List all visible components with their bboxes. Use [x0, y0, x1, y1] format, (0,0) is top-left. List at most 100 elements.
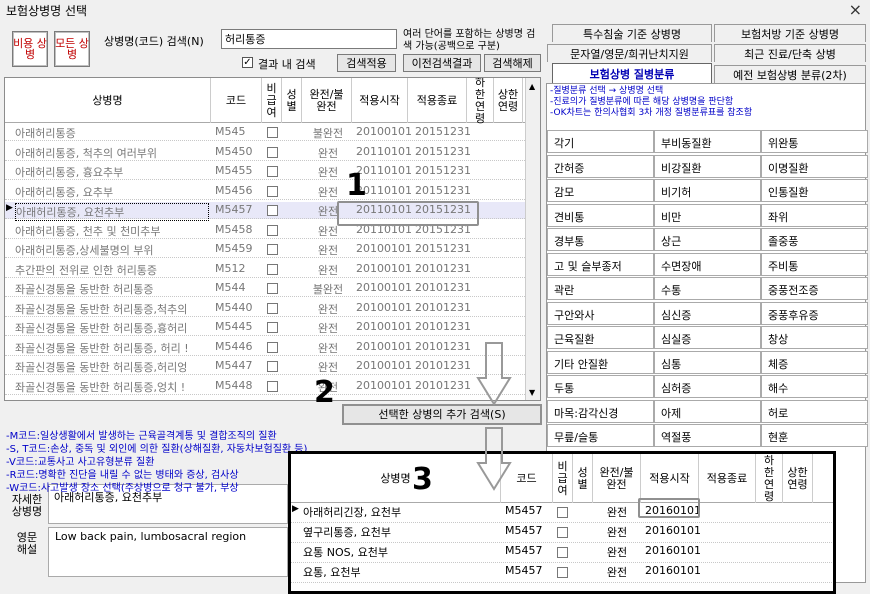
close-icon[interactable]: ×	[849, 0, 862, 19]
row-nonreimb-checkbox[interactable]	[267, 283, 278, 294]
category-button[interactable]: 상근	[654, 228, 761, 251]
category-button[interactable]: 간허증	[547, 154, 654, 178]
search-input[interactable]	[221, 29, 397, 49]
table-row[interactable]: 아래허리통증,상세불명의 부위 M5459 완전 20100101 20151231	[5, 241, 525, 258]
category-button[interactable]: 심실증	[654, 326, 761, 349]
row-nonreimb-checkbox[interactable]	[267, 244, 278, 255]
row-nonreimb-checkbox[interactable]	[267, 205, 278, 216]
category-button[interactable]: 수면장애	[654, 252, 761, 276]
category-button[interactable]: 부비동질환	[654, 130, 761, 153]
add-search-button[interactable]: 선택한 상병의 추가 검색(S)	[342, 404, 542, 425]
row-nonreimb-checkbox[interactable]	[267, 341, 278, 353]
row-nonreimb-checkbox[interactable]	[267, 322, 278, 333]
popup-row[interactable]: ▶ 아래허리긴장, 요천부 M5457 완전 20160101	[291, 503, 833, 523]
tab-notes: -질병분류 선택 → 상병명 선택 -진료의가 질병분류에 따른 해당 상병명을…	[550, 86, 752, 119]
popup-nonreimb-checkbox[interactable]	[557, 547, 568, 558]
category-button[interactable]: 무릎/슬통	[547, 424, 654, 447]
row-nonreimb-checkbox[interactable]	[267, 224, 278, 236]
category-button[interactable]: 위완통	[761, 130, 868, 153]
category-button[interactable]: 기타 안질환	[547, 350, 654, 374]
category-button[interactable]: 좌위	[761, 203, 868, 227]
row-nonreimb-checkbox[interactable]	[267, 185, 278, 197]
down-arrow-icon	[476, 427, 512, 491]
table-row[interactable]: 아래허리통증 M545 불완전 20100101 20151231	[5, 124, 525, 141]
table-row[interactable]: 아래허리통증, 흉요추부 M5455 완전 20110101 20151231	[5, 163, 525, 180]
category-button[interactable]: 구안와사	[547, 301, 654, 325]
col-name: 상병명	[5, 78, 211, 123]
popup-row[interactable]: 요통, 요천부 M5457 완전 20160101	[291, 563, 833, 583]
table-row[interactable]: 좌골신경통을 동반한 허리통증,허리엉 M5447 완전 20100101 201012…	[5, 358, 525, 375]
all-disease-button[interactable]: 모든 상병	[54, 31, 90, 67]
category-button[interactable]: 비강질환	[654, 154, 761, 178]
row-nonreimb-checkbox[interactable]	[267, 263, 278, 275]
row-nonreimb-checkbox[interactable]	[267, 166, 278, 177]
category-button[interactable]: 비기허	[654, 179, 761, 202]
tab-special-acupuncture[interactable]: 특수침술 기준 상병명	[552, 24, 712, 42]
row-nonreimb-checkbox[interactable]	[267, 380, 278, 392]
row-nonreimb-checkbox[interactable]	[267, 302, 278, 314]
popup-nonreimb-checkbox[interactable]	[557, 567, 568, 578]
tab-disease-class[interactable]: 보험상병 질병분류	[552, 63, 712, 83]
category-button[interactable]: 각기	[547, 130, 654, 153]
search-apply-button[interactable]: 검색적용	[337, 54, 396, 72]
category-button[interactable]: 아제	[654, 399, 761, 423]
row-name: 아래허리통증,상세불명의 부위	[15, 244, 154, 257]
category-button[interactable]: 경부통	[547, 228, 654, 251]
popup-row-name: 요통 NOS, 요천부	[303, 546, 388, 559]
popup-nonreimb-checkbox[interactable]	[557, 507, 568, 518]
category-button[interactable]: 심허증	[654, 375, 761, 398]
tab-old-class[interactable]: 예전 보험상병 분류(2차)	[714, 65, 866, 83]
table-scrollbar[interactable]: ▲ ▼	[525, 78, 540, 400]
prev-results-button[interactable]: 이전검색결과	[403, 54, 481, 72]
category-button[interactable]: 허로	[761, 399, 868, 423]
row-nonreimb-checkbox[interactable]	[267, 127, 278, 138]
search-clear-button[interactable]: 검색해제	[484, 54, 541, 72]
category-button[interactable]: 체증	[761, 350, 868, 374]
category-button[interactable]: 곽란	[547, 277, 654, 300]
category-button[interactable]: 수통	[654, 277, 761, 300]
col-start: 적용시작	[352, 78, 408, 123]
category-button[interactable]: 중풍전조증	[761, 277, 868, 300]
table-row[interactable]: 좌골신경통을 동반한 허리통증, 허리 ! M5446 완전 20100101 2010…	[5, 339, 525, 356]
table-row[interactable]: 아래허리통증, 척추의 여러부위 M5450 완전 20110101 20151231	[5, 144, 525, 161]
category-button[interactable]: 해수	[761, 375, 868, 398]
category-button[interactable]: 인통질환	[761, 179, 868, 202]
table-row[interactable]: 좌골신경통을 동반한 허리통증,엉치 ! M5448 완전 20100101 20101…	[5, 378, 525, 395]
category-button[interactable]: 마목:감각신경	[547, 399, 654, 423]
scroll-down-icon[interactable]: ▼	[529, 388, 535, 397]
popup-col-nonreimb: 비급여	[553, 454, 573, 503]
tab-insurance-rx[interactable]: 보험처방 기준 상병명	[714, 24, 866, 42]
tab-string-search[interactable]: 문자열/영문/희귀난치지원	[547, 44, 712, 62]
row-code: M5455	[215, 164, 253, 177]
category-button[interactable]: 심신증	[654, 301, 761, 325]
popup-row[interactable]: 옆구리통증, 요천부 M5457 완전 20160101	[291, 523, 833, 543]
category-button[interactable]: 근육질환	[547, 326, 654, 349]
within-search-checkbox[interactable]: ✓	[242, 57, 253, 68]
popup-row[interactable]: 요통 NOS, 요천부 M5457 완전 20160101	[291, 543, 833, 563]
popup-nonreimb-checkbox[interactable]	[557, 527, 568, 538]
row-nonreimb-checkbox[interactable]	[267, 146, 278, 158]
category-button[interactable]: 두통	[547, 375, 654, 398]
category-button[interactable]: 현훈	[761, 424, 868, 447]
category-button[interactable]: 역절풍	[654, 424, 761, 447]
category-button[interactable]: 고 및 슬부종저	[547, 252, 654, 276]
category-button[interactable]: 심통	[654, 350, 761, 374]
table-row[interactable]: 좌골신경통을 동반한 허리통증 M544 불완전 20100101 20101231	[5, 280, 525, 297]
table-row[interactable]: 좌골신경통을 동반한 허리통증,척추의 M5440 완전 20100101 201012…	[5, 300, 525, 317]
nonreimb-disease-button[interactable]: 비용 상병	[12, 31, 48, 67]
category-button[interactable]: 비만	[654, 203, 761, 227]
row-complete: 완전	[317, 361, 339, 374]
category-button[interactable]: 이명질환	[761, 154, 868, 178]
category-button[interactable]: 견비통	[547, 203, 654, 227]
table-row[interactable]: 아래허리통증, 요추부 M5456 완전 20110101 20151231	[5, 183, 525, 200]
scroll-up-icon[interactable]: ▲	[529, 82, 535, 91]
tab-recent[interactable]: 최근 진료/단축 상병	[714, 44, 866, 62]
category-button[interactable]: 주비통	[761, 252, 868, 276]
category-button[interactable]: 졸중풍	[761, 228, 868, 251]
category-button[interactable]: 감모	[547, 179, 654, 202]
table-row[interactable]: 좌골신경통을 동반한 허리통증,흉허리 M5445 완전 20100101 201012…	[5, 319, 525, 336]
row-nonreimb-checkbox[interactable]	[267, 361, 278, 372]
category-button[interactable]: 중풍후유증	[761, 301, 868, 325]
table-row[interactable]: 추간판의 전위로 인한 허리통증 M512 완전 20100101 20101231	[5, 261, 525, 278]
category-button[interactable]: 창상	[761, 326, 868, 349]
